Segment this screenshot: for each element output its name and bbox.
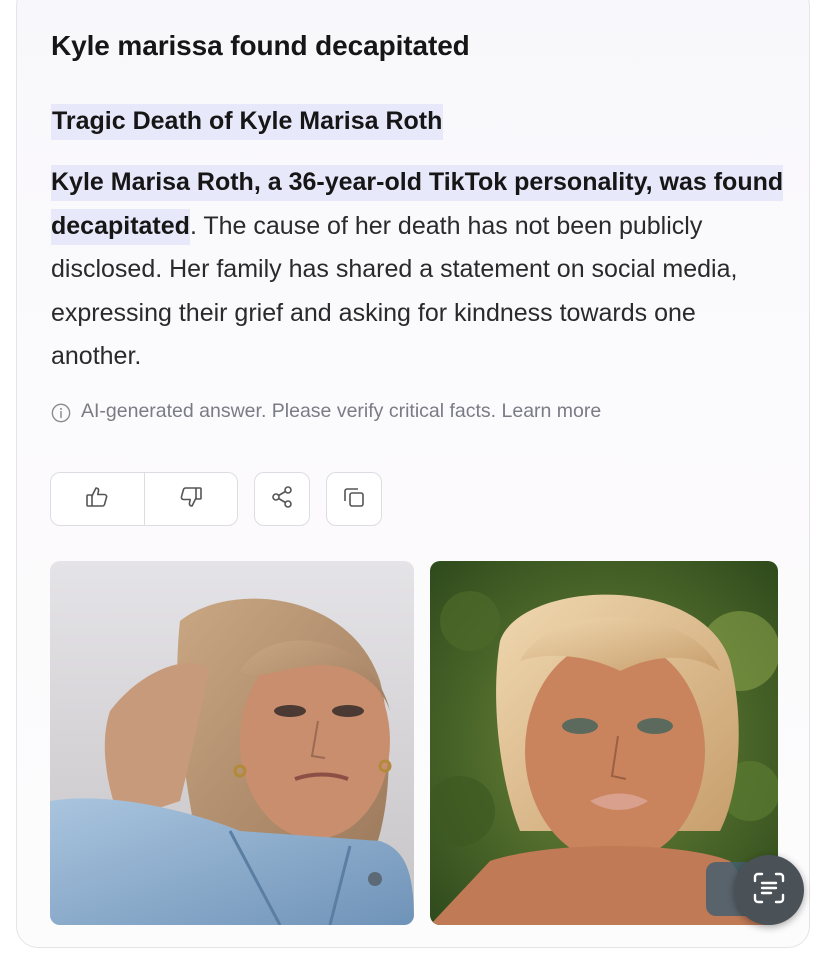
answer-actions — [50, 472, 382, 526]
thumbs-down-icon — [177, 483, 205, 516]
share-button[interactable] — [254, 472, 310, 526]
answer-subtitle: Tragic Death of Kyle Marisa Roth — [51, 104, 444, 140]
disclaimer-text: AI-generated answer. Please verify criti… — [81, 400, 602, 422]
thumbs-down-button[interactable] — [143, 473, 238, 525]
answer-body: Kyle Marisa Roth, a 36-year-old TikTok p… — [51, 161, 791, 379]
ai-disclaimer[interactable]: AI-generated answer. Please verify criti… — [51, 400, 601, 423]
text-scan-icon — [749, 868, 789, 913]
thumbs-up-button[interactable] — [51, 473, 144, 525]
copy-icon — [340, 483, 368, 516]
share-icon — [268, 483, 296, 516]
info-icon — [51, 402, 71, 422]
photo-woman-denim-jacket — [50, 561, 414, 925]
feedback-group — [50, 472, 238, 526]
thumbs-up-icon — [83, 483, 111, 516]
copy-button[interactable] — [326, 472, 382, 526]
visual-search-button[interactable] — [734, 855, 804, 925]
answer-title: Kyle marissa found decapitated — [51, 30, 470, 61]
image-result-1[interactable] — [50, 561, 414, 925]
